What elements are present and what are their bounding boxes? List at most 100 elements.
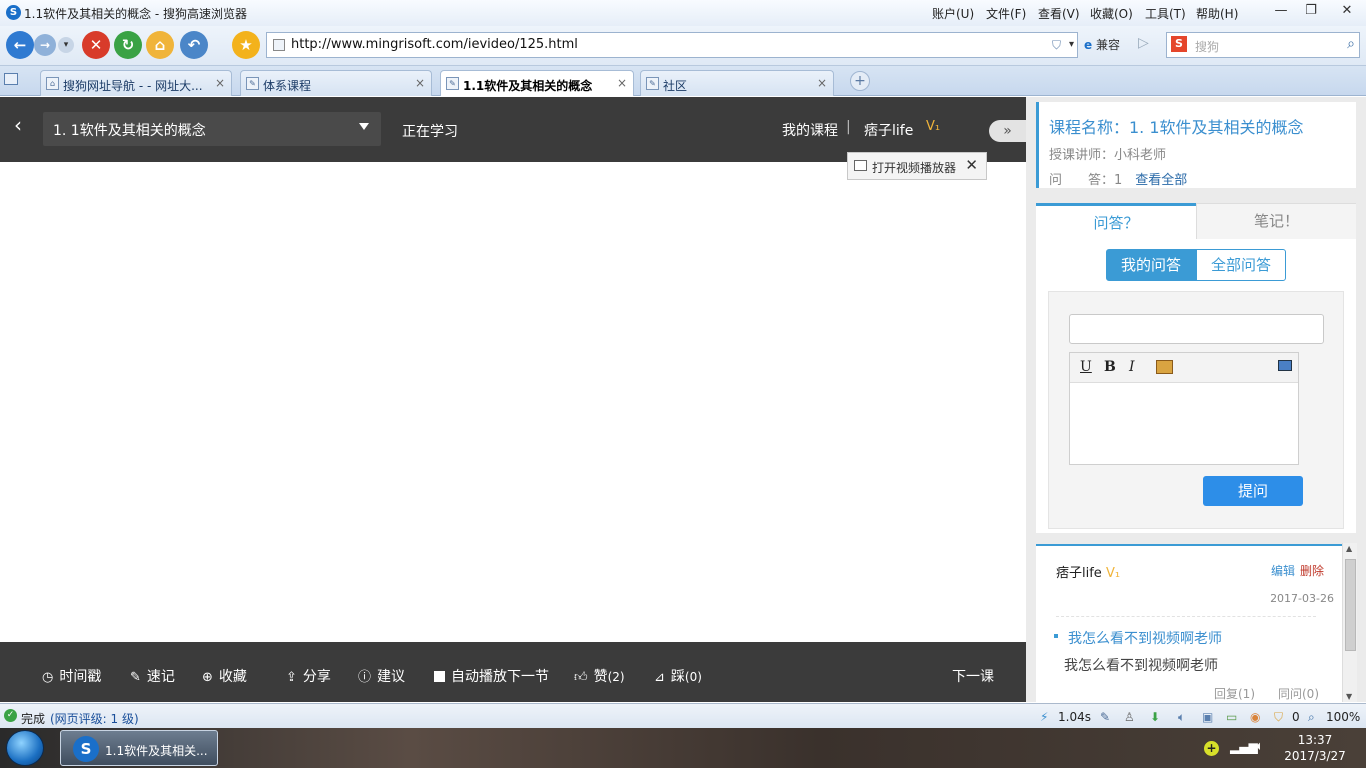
address-bar[interactable]: http://www.mingrisoft.com/ievideo/125.ht… [266,32,1078,58]
home-icon[interactable]: ⌂ [146,31,174,59]
bold-icon[interactable]: B [1104,359,1116,375]
scroll-thumb[interactable] [1345,559,1356,651]
ie-compat-icon[interactable]: e 兼容 [1084,36,1120,53]
tab-close-icon[interactable]: × [415,76,425,90]
info-icon: ⓘ [358,670,372,685]
page-tab-icon: ✎ [446,77,459,90]
next-lesson-button[interactable]: 下一课 [952,666,994,686]
back-chevron-icon[interactable]: ‹ [14,113,22,137]
back-icon[interactable]: ← [6,31,34,59]
delete-link[interactable]: 删除 [1300,562,1324,579]
tab-current-lesson[interactable]: ✎ 1.1软件及其相关的概念 × [440,70,634,96]
play-mode-icon[interactable]: ▷ [1138,35,1149,51]
insert-image-icon[interactable] [1156,360,1173,374]
tab-sogou-nav[interactable]: ⌂ 搜狗网址导航 - - 网址大... × [40,70,232,96]
search-box[interactable]: S 搜狗 ⌕ [1166,32,1360,58]
tab-system-courses[interactable]: ✎ 体系课程 × [240,70,432,96]
screenshot-icon[interactable]: ▣ [1202,710,1213,724]
dislike-button[interactable]: ⊿ 踩(0) [654,666,702,686]
search-icon[interactable]: ⌕ [1347,36,1355,52]
scroll-down-icon[interactable]: ▼ [1346,692,1352,701]
network-icon[interactable]: ▂▄▆ [1230,740,1258,754]
sidebar-toggle-icon[interactable] [4,73,18,85]
done-check-icon: ✓ [4,709,17,722]
zoom-level[interactable]: 100% [1326,710,1360,724]
favorites-star-icon[interactable]: ★ [232,31,260,59]
tab-notes[interactable]: 笔记！ [1196,203,1356,239]
page-rating-link[interactable]: (网页评级: 1 级) [50,710,139,727]
window-icon[interactable]: ▭ [1226,710,1237,724]
qa-scrollbar[interactable]: ▲ ▼ [1342,543,1357,702]
post-question[interactable]: 我怎么看不到视频啊老师 [1068,628,1222,648]
timestamp-button[interactable]: ◷ 时间戳 [42,666,101,686]
menu-favorites[interactable]: 收藏(O) [1090,5,1133,22]
share-icon: ⇪ [286,670,297,685]
taskbar-browser-item[interactable]: S 1.1软件及其相关... [60,730,218,766]
quick-note-button[interactable]: ✎ 速记 [130,666,175,686]
tab-qa[interactable]: 问答？ [1036,203,1196,239]
zoom-icon[interactable]: ⌕ [1308,710,1315,725]
tray-add-icon[interactable]: + [1204,741,1219,756]
favorite-button[interactable]: ⊕ 收藏 [202,666,247,686]
tab-community[interactable]: ✎ 社区 × [640,70,834,96]
volume-icon[interactable]: 🔈︎ [1178,710,1185,725]
course-name: 课程名称：1. 1软件及其相关的概念 [1049,118,1304,137]
submit-question-button[interactable]: 提问 [1203,476,1303,506]
edit-link[interactable]: 编辑 [1271,562,1295,579]
question-title-input[interactable] [1069,314,1324,344]
tab-my-qa[interactable]: 我的问答 [1106,249,1196,281]
my-courses-link[interactable]: 我的课程 [782,120,838,140]
close-window-icon[interactable]: ✕ [1332,0,1362,22]
shield-icon[interactable]: ⛉ [1274,710,1283,725]
forward-icon[interactable]: → [34,34,56,56]
sogou-logo-icon: S [6,5,21,20]
restore-icon[interactable]: ❐ [1296,0,1326,22]
close-popup-icon[interactable]: ✕ [965,156,978,174]
qa-panel: 问答？ 笔记！ 我的问答 全部问答 U B I 提问 [1036,203,1356,533]
replies-link[interactable]: 回复(1) [1214,685,1255,702]
qa-list: 痞子life V₁ 编辑 删除 2017-03-26 我怎么看不到视频啊老师 我… [1036,544,1356,702]
video-player-area[interactable] [0,162,1026,642]
refresh-icon[interactable]: ↻ [114,31,142,59]
collapse-sidebar-button[interactable]: » [989,120,1026,142]
autoplay-toggle[interactable]: 自动播放下一节 [434,666,549,686]
mic-icon[interactable]: ♙ [1124,710,1135,724]
minimize-icon[interactable]: — [1266,0,1296,22]
tab-all-qa[interactable]: 全部问答 [1196,249,1286,281]
ask-question-form: U B I 提问 [1048,291,1344,529]
undo-tab-icon[interactable]: ↶ [180,31,208,59]
screen-icon[interactable] [1278,360,1292,371]
lesson-select[interactable]: 1. 1软件及其相关的概念 [43,112,381,146]
edit-icon[interactable]: ✎ [1100,710,1110,724]
new-tab-icon[interactable]: + [850,71,870,91]
username-link[interactable]: 痞子life [864,120,913,140]
tab-close-icon[interactable]: × [215,76,225,90]
tab-close-icon[interactable]: × [617,76,627,90]
menu-tools[interactable]: 工具(T) [1145,5,1186,22]
extension-icon[interactable]: ◉ [1250,710,1260,724]
menu-view[interactable]: 查看(V) [1038,5,1080,22]
start-button[interactable] [6,730,44,766]
italic-icon[interactable]: I [1129,359,1135,375]
share-button[interactable]: ⇪ 分享 [286,666,331,686]
menu-account[interactable]: 账户(U) [932,5,974,22]
download-icon[interactable]: ⬇ [1150,710,1160,724]
video-toolbar: ◷ 时间戳 ✎ 速记 ⊕ 收藏 ⇪ 分享 ⓘ 建议 自动播放下一节 👍︎ 赞(2) ⊿ 踩(0… [0,642,1026,702]
like-button[interactable]: 👍︎ 赞(2) [574,666,625,686]
menu-file[interactable]: 文件(F) [986,5,1026,22]
scroll-up-icon[interactable]: ▲ [1346,544,1352,553]
history-dropdown-icon[interactable]: ▾ [58,37,74,53]
open-player-popup[interactable]: 打开视频播放器 ✕ [847,152,987,180]
url-dropdown-icon[interactable]: ▾ [1069,39,1074,50]
volume-tray-icon[interactable]: 🔈︎ [1256,739,1264,754]
underline-icon[interactable]: U [1080,359,1092,375]
view-all-link[interactable]: 查看全部 [1135,173,1187,188]
same-question-link[interactable]: 同问(0) [1278,685,1319,702]
security-shield-icon[interactable]: ⛉ [1052,38,1061,53]
stop-icon[interactable]: ✕ [82,31,110,59]
system-clock[interactable]: 13:37 2017/3/27 [1280,732,1350,764]
question-editor[interactable]: U B I [1069,352,1299,465]
tab-close-icon[interactable]: × [817,76,827,90]
menu-help[interactable]: 帮助(H) [1196,5,1238,22]
suggest-button[interactable]: ⓘ 建议 [358,666,405,686]
